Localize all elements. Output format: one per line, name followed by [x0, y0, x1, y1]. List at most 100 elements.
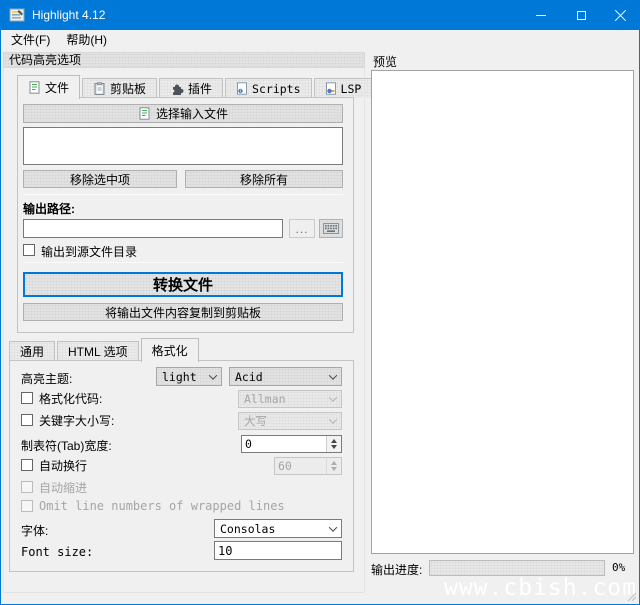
font-value: Consolas	[220, 522, 275, 536]
remove-selected-button[interactable]: 移除选中项	[23, 170, 177, 188]
options-groupbox-title: 代码高亮选项	[3, 52, 365, 68]
remove-all-button[interactable]: 移除所有	[185, 170, 343, 188]
minimize-icon	[536, 15, 546, 16]
keyword-case-combobox: 大写	[238, 412, 342, 430]
word-wrap-checkbox[interactable]	[21, 459, 33, 471]
document-icon	[28, 81, 41, 94]
tab-scripts-label: Scripts	[252, 82, 300, 96]
clipboard-icon	[93, 82, 106, 95]
output-to-source-checkbox[interactable]	[23, 244, 35, 256]
close-icon	[614, 9, 627, 22]
app-window: Highlight 4.12 文件(F) 帮助(H) 代码高亮选项 文件	[0, 0, 640, 605]
tab-plugins[interactable]: 插件	[159, 78, 223, 98]
keyword-case-value: 大写	[244, 413, 267, 429]
font-size-input[interactable]	[214, 541, 342, 560]
watermark-text: www.cbish.com	[444, 575, 637, 601]
browse-output-button[interactable]: ...	[289, 219, 315, 238]
spin-down-icon	[331, 467, 337, 471]
lsp-file-icon	[325, 82, 337, 95]
tab-plugins-label: 插件	[188, 80, 212, 97]
chevron-down-icon	[329, 415, 337, 423]
tab-formatting[interactable]: 格式化	[141, 338, 199, 362]
chevron-down-icon	[329, 523, 337, 531]
spin-up-icon	[331, 439, 337, 443]
tab-html-options[interactable]: HTML 选项	[57, 341, 139, 361]
maximize-button[interactable]	[561, 0, 601, 30]
keyword-case-label: 关键字大小写:	[39, 412, 114, 429]
chevron-down-icon	[329, 393, 337, 401]
menu-help[interactable]: 帮助(H)	[58, 30, 115, 50]
spinner-buttons[interactable]	[326, 436, 341, 452]
close-button[interactable]	[601, 0, 640, 30]
theme-label: 高亮主题:	[21, 370, 72, 387]
input-files-list[interactable]	[23, 127, 343, 165]
tab-files-label: 文件	[45, 79, 69, 96]
chevron-down-icon	[209, 371, 217, 379]
tab-lsp[interactable]: LSP	[314, 78, 373, 98]
copy-output-to-clipboard-button[interactable]: 将输出文件内容复制到剪贴板	[23, 303, 343, 321]
keyboard-icon	[323, 223, 339, 234]
wrap-column-spinbox: 60	[274, 457, 342, 475]
open-output-dir-button[interactable]	[319, 219, 343, 238]
reformat-style-value: Allman	[244, 392, 286, 406]
theme-type-value: light	[162, 370, 197, 384]
tab-files[interactable]: 文件	[17, 75, 80, 99]
puzzle-icon	[170, 82, 184, 96]
tab-formatting-label: 格式化	[152, 342, 188, 359]
output-progress-bar	[429, 560, 605, 576]
output-path-label: 输出路径:	[23, 200, 75, 217]
app-icon	[9, 7, 25, 23]
output-path-input[interactable]	[23, 219, 283, 238]
spin-down-icon	[331, 445, 337, 449]
output-progress-percent: 0%	[612, 561, 625, 574]
reformat-style-combobox: Allman	[238, 390, 342, 408]
reformat-code-label: 格式化代码:	[39, 390, 102, 407]
chevron-down-icon	[329, 371, 337, 379]
options-tabbar: 通用 HTML 选项 格式化	[9, 337, 201, 361]
tab-scripts[interactable]: () Scripts	[225, 78, 311, 98]
tab-clipboard[interactable]: 剪贴板	[82, 78, 157, 98]
choose-input-files-label: 选择输入文件	[156, 105, 228, 122]
tab-width-value: 0	[242, 436, 326, 452]
theme-value: Acid	[235, 370, 263, 384]
maximize-icon	[577, 11, 586, 20]
tab-lsp-label: LSP	[341, 82, 362, 96]
keyword-case-checkbox[interactable]	[21, 414, 33, 426]
svg-text:(): ()	[239, 89, 244, 95]
font-size-label: Font size:	[21, 545, 93, 559]
choose-input-files-button[interactable]: 选择输入文件	[23, 104, 343, 123]
auto-indent-label: 自动缩进	[39, 479, 87, 496]
wrap-column-value: 60	[275, 458, 326, 474]
auto-indent-checkbox	[21, 481, 33, 493]
tab-general-label: 通用	[20, 343, 44, 360]
tab-clipboard-label: 剪贴板	[110, 80, 146, 97]
tab-width-spinbox[interactable]: 0	[241, 435, 342, 453]
spin-up-icon	[331, 461, 337, 465]
preview-label: 预览	[373, 53, 397, 70]
tab-general[interactable]: 通用	[9, 341, 55, 361]
font-label: 字体:	[21, 522, 48, 539]
font-combobox[interactable]: Consolas	[214, 519, 342, 538]
output-progress-label: 输出进度:	[371, 561, 422, 578]
theme-combobox[interactable]: Acid	[229, 367, 342, 386]
preview-pane	[371, 70, 634, 554]
omit-wrapped-line-numbers-checkbox	[21, 500, 33, 512]
separator	[23, 262, 343, 263]
tab-width-label: 制表符(Tab)宽度:	[21, 437, 112, 454]
omit-wrapped-line-numbers-label: Omit line numbers of wrapped lines	[39, 499, 285, 513]
document-icon	[138, 107, 151, 120]
theme-type-combobox[interactable]: light	[156, 367, 222, 386]
reformat-code-checkbox[interactable]	[21, 392, 33, 404]
menu-file[interactable]: 文件(F)	[3, 30, 58, 50]
window-title: Highlight 4.12	[32, 0, 105, 30]
convert-files-button[interactable]: 转换文件	[23, 272, 343, 297]
separator	[23, 194, 343, 195]
menubar: 文件(F) 帮助(H)	[1, 30, 639, 50]
resize-grip[interactable]	[626, 591, 636, 601]
output-to-source-label: 输出到源文件目录	[41, 243, 137, 260]
minimize-button[interactable]	[521, 0, 561, 30]
input-tabbar: 文件 剪贴板 插件 ()	[17, 74, 374, 98]
titlebar: Highlight 4.12	[0, 0, 640, 30]
script-file-icon: ()	[236, 82, 248, 95]
spinner-buttons	[326, 458, 341, 474]
